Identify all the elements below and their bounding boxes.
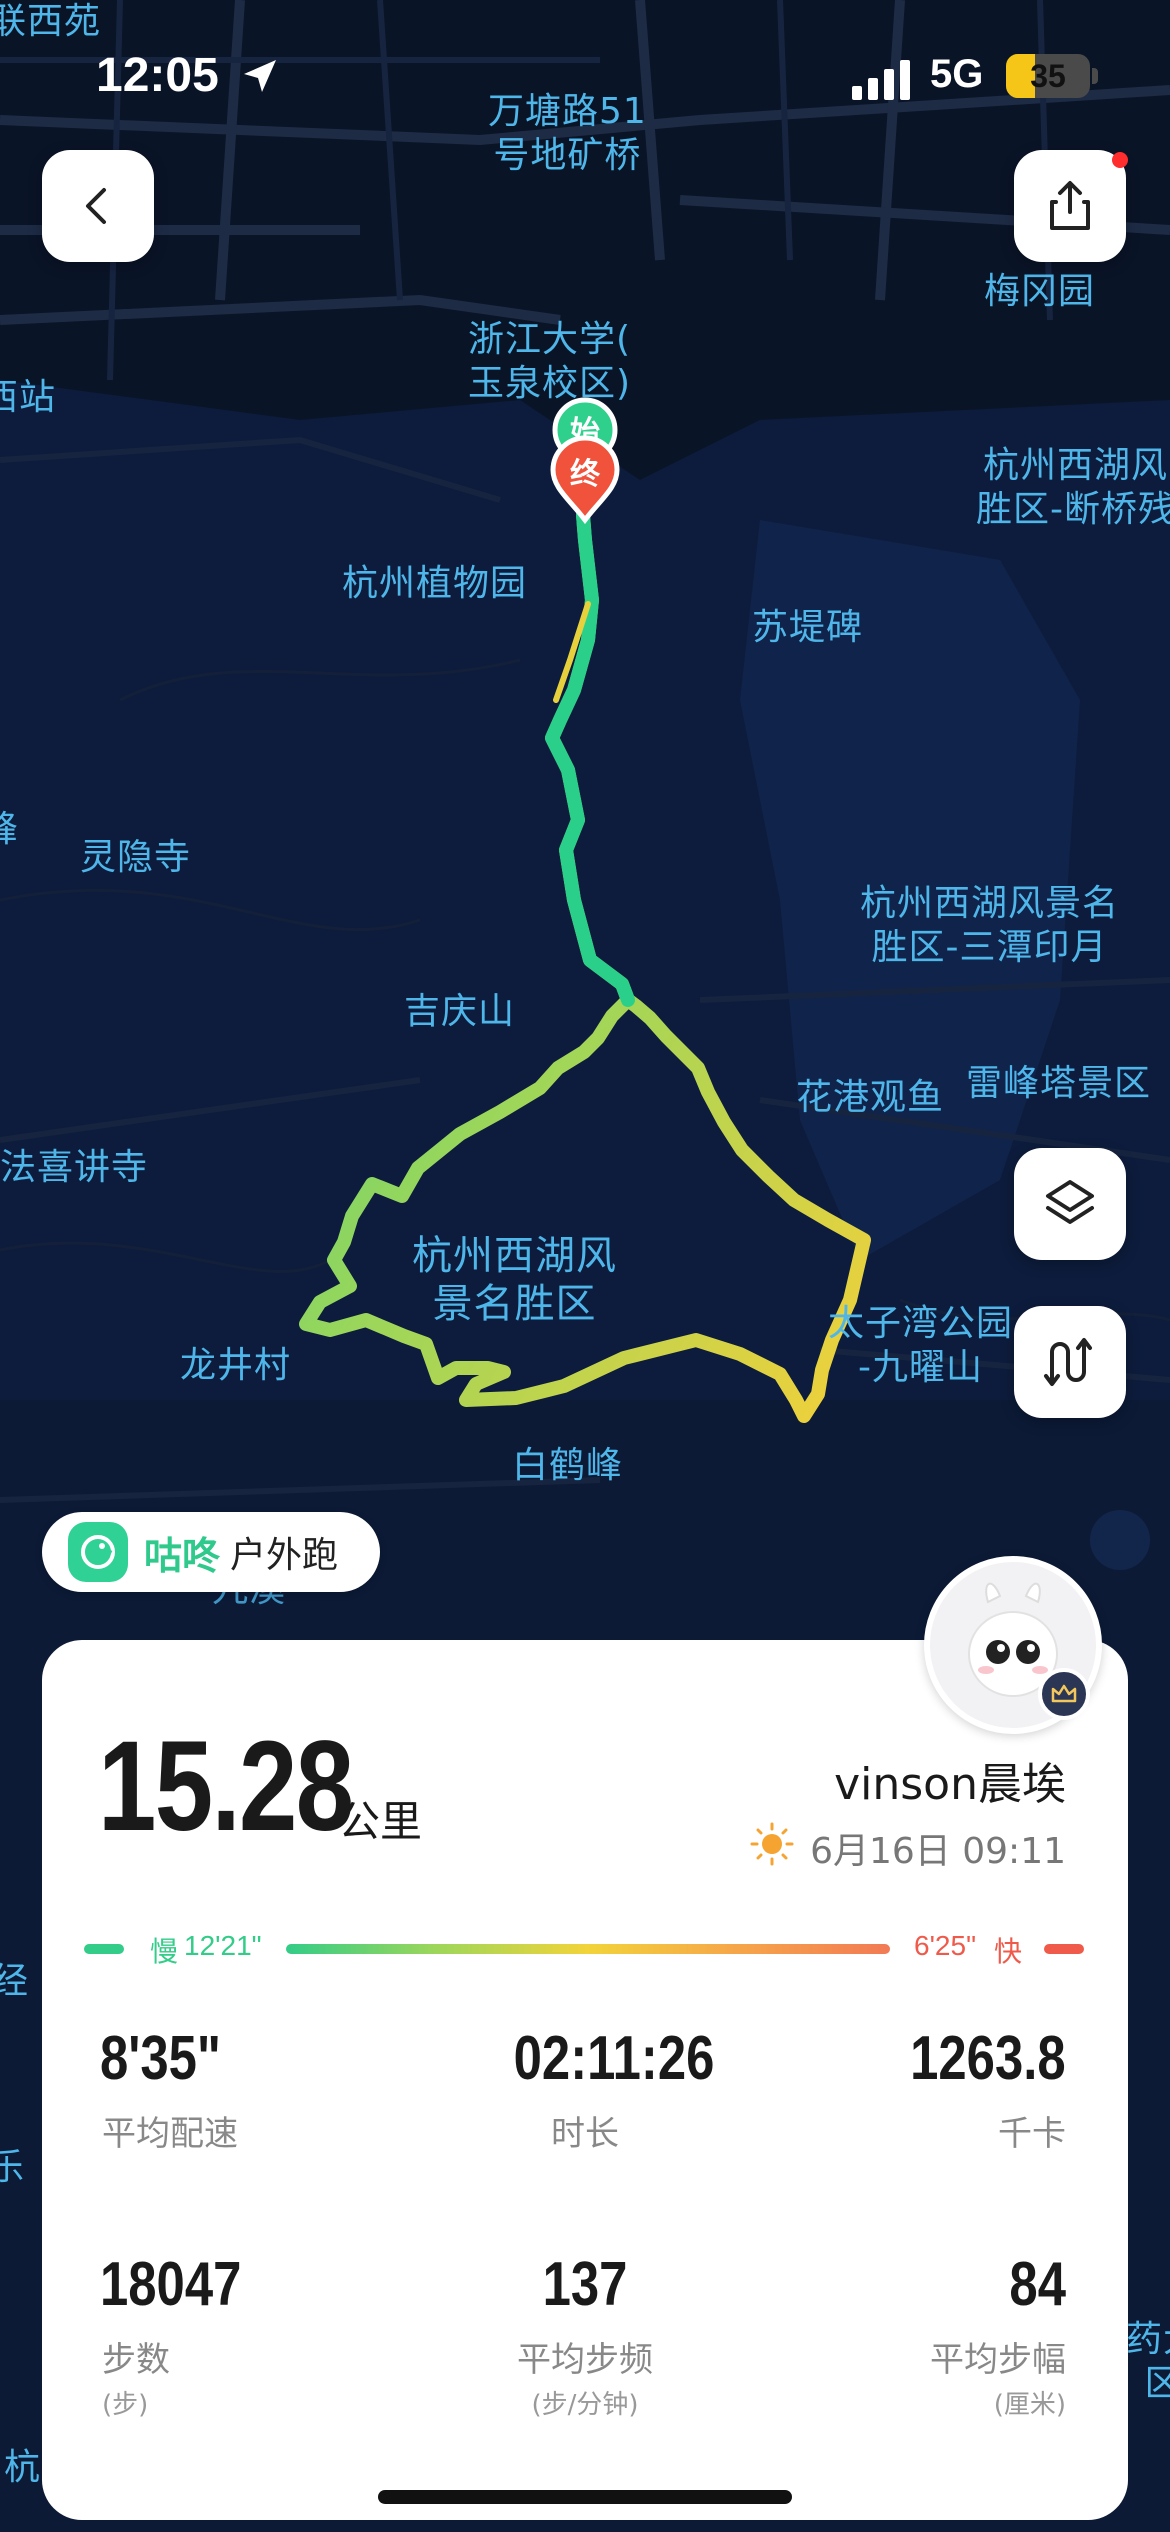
- notification-dot: [1112, 152, 1128, 168]
- share-icon: [1050, 181, 1090, 230]
- map-label: 雷峰塔景区: [966, 1063, 1152, 1104]
- pace-fast-dot: [1044, 1944, 1084, 1954]
- pace-slow-value: 12'21": [184, 1930, 262, 1961]
- app-name: 咕咚: [144, 1533, 221, 1578]
- location-arrow-icon: [244, 60, 276, 92]
- route-icon: [1044, 1338, 1092, 1386]
- app-logo-icon: [68, 1522, 128, 1582]
- map-label: 杭州西湖风景名 胜区-三潭印月: [860, 883, 1120, 968]
- map-label: 吉庆山: [404, 991, 516, 1032]
- map-label: 灵隐寺: [80, 837, 192, 878]
- route-replay-button[interactable]: [1014, 1306, 1126, 1418]
- clock: 12:05: [96, 49, 219, 102]
- pace-fast-value: 6'25": [914, 1930, 977, 1961]
- home-indicator[interactable]: [378, 2490, 792, 2504]
- pace-legend: 慢 12'21" 6'25" 快: [84, 1928, 1084, 1968]
- map-label: 梅冈园: [984, 271, 1096, 312]
- pace-slow-label: 慢: [150, 1936, 179, 1967]
- map-label: 苏堤碑: [752, 607, 864, 648]
- share-button[interactable]: [1014, 150, 1126, 262]
- distance-value: 15.28: [98, 1715, 354, 1858]
- stride-label: 平均步幅: [930, 2340, 1066, 2380]
- cellular-signal-icon: [852, 60, 910, 100]
- map-label: 杭州西湖风 胜区-断桥残: [976, 445, 1170, 530]
- app-badge: 咕咚 户外跑: [42, 1512, 380, 1592]
- map-label: 杭州西湖风 景名胜区: [412, 1233, 617, 1327]
- steps-value: 18047: [100, 2250, 242, 2319]
- avg-pace-value: 8'35": [100, 2024, 222, 2093]
- distance-unit: 公里: [338, 1797, 423, 1846]
- activity-type: 户外跑: [230, 1535, 339, 1576]
- cadence-value: 137: [542, 2250, 628, 2319]
- map-label: 龙井村: [180, 1345, 292, 1386]
- map-label: 花港观鱼: [796, 1077, 945, 1118]
- status-bar: 12:05 5G 35: [0, 0, 1170, 150]
- pace-gradient-bar: [286, 1944, 890, 1954]
- pace-fast-label: 快: [994, 1936, 1023, 1967]
- duration-value: 02:11:26: [513, 2024, 715, 2093]
- map-label: 乐: [0, 2147, 26, 2188]
- cadence-label: 平均步频: [517, 2340, 653, 2380]
- cadence-unit: (步/分钟): [531, 2390, 639, 2420]
- stride-unit: (厘米): [993, 2390, 1066, 2420]
- map-label: 白鹤峰: [512, 1445, 624, 1486]
- battery-icon: 35: [1006, 54, 1090, 98]
- chevron-left-icon: [86, 188, 106, 224]
- map-label: 经: [0, 1961, 30, 2002]
- calories-label: 千卡: [998, 2114, 1066, 2154]
- pace-slow-dot: [84, 1944, 124, 1954]
- map-label: 法喜讲寺: [0, 1147, 149, 1188]
- crown-icon: [1038, 1668, 1090, 1720]
- back-button[interactable]: [42, 150, 154, 262]
- map-label: 杭: [4, 2447, 42, 2488]
- battery-level: 35: [1030, 58, 1066, 94]
- duration-label: 时长: [551, 2114, 619, 2154]
- network-type: 5G: [930, 52, 984, 96]
- stride-value: 84: [1009, 2250, 1066, 2319]
- steps-label: 步数: [102, 2340, 170, 2380]
- workout-date-time: 6月16日 09:11: [810, 1831, 1066, 1872]
- calories-value: 1263.8: [910, 2024, 1066, 2093]
- sun-icon: [750, 1822, 794, 1866]
- map-label: 药大 区: [1126, 2319, 1170, 2404]
- map-layers-button[interactable]: [1014, 1148, 1126, 1260]
- map-label: 浙江大学( 玉泉校区): [468, 319, 632, 404]
- map-label: 杭州植物园: [342, 563, 528, 604]
- map-label: 峰: [0, 809, 20, 850]
- steps-unit: (步): [102, 2390, 149, 2420]
- map-label: 太子湾公园 -九曜山: [828, 1303, 1014, 1388]
- map-label: 西站: [0, 377, 57, 418]
- user-name[interactable]: vinson晨埃: [834, 1748, 1066, 1812]
- avg-pace-label: 平均配速: [102, 2114, 238, 2154]
- layers-icon: [1046, 1180, 1094, 1224]
- svg-text:终: 终: [570, 457, 601, 492]
